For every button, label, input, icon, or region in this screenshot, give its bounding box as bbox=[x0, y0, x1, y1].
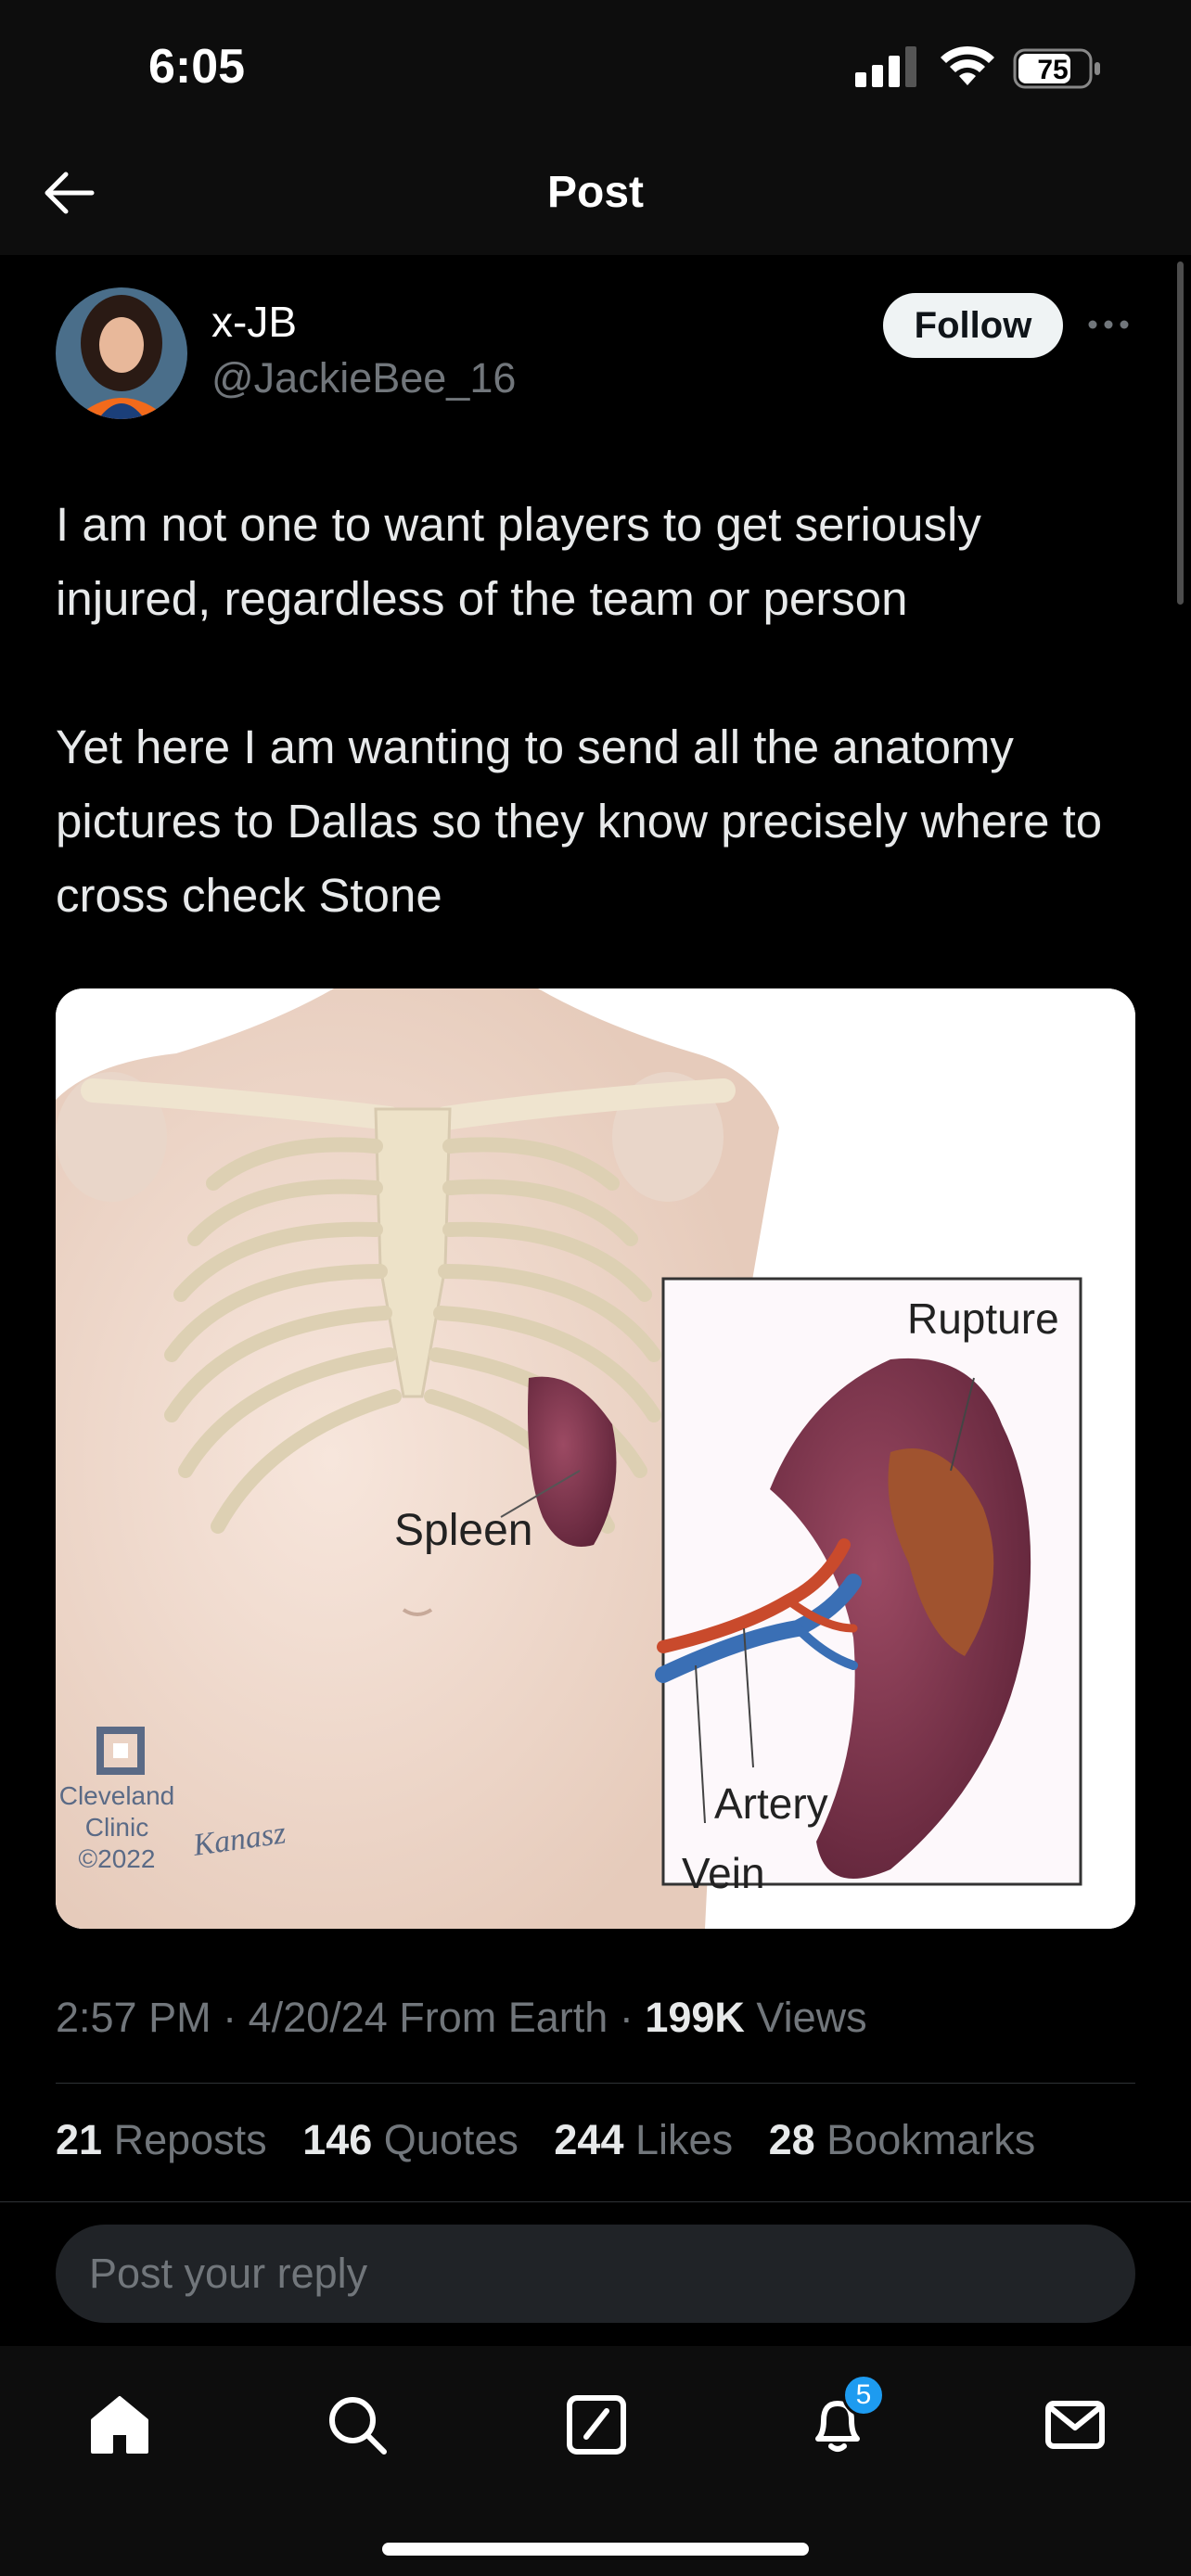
notification-badge: 5 bbox=[842, 2374, 885, 2417]
engagement-stats: 21 Reposts 146 Quotes 244 Likes 28 Bookm… bbox=[56, 2116, 1059, 2164]
post-meta: 2:57 PM · 4/20/24 From Earth · 199K View… bbox=[56, 1994, 867, 2041]
page-title: Post bbox=[546, 168, 644, 217]
battery-icon: 75 bbox=[1013, 48, 1100, 89]
post-paragraph: Yet here I am wanting to send all the an… bbox=[56, 721, 1103, 922]
avatar[interactable] bbox=[56, 287, 187, 419]
spleen-anatomy-illustration: Spleen Rupture Artery Vein Cleveland Cli… bbox=[56, 988, 1135, 1929]
label-rupture: Rupture bbox=[907, 1294, 1059, 1343]
nav-messages[interactable] bbox=[1033, 2383, 1117, 2467]
bookmarks-stat[interactable]: 28 Bookmarks bbox=[769, 2116, 1036, 2163]
reposts-stat[interactable]: 21 Reposts bbox=[56, 2116, 267, 2163]
post-paragraph: I am not one to want players to get seri… bbox=[56, 498, 981, 625]
home-icon bbox=[91, 2396, 148, 2454]
post-image[interactable]: Spleen Rupture Artery Vein Cleveland Cli… bbox=[56, 988, 1135, 1929]
wifi-icon bbox=[941, 45, 994, 85]
author-name[interactable]: x-JB bbox=[211, 297, 297, 347]
battery-level: 75 bbox=[1037, 55, 1068, 85]
top-nav: Post bbox=[0, 139, 1191, 255]
views-count: 199K bbox=[645, 1994, 745, 2041]
nav-home[interactable] bbox=[78, 2383, 161, 2467]
follow-button[interactable]: Follow bbox=[883, 293, 1063, 358]
likes-stat[interactable]: 244 Likes bbox=[554, 2116, 733, 2163]
mail-icon bbox=[1045, 2401, 1105, 2449]
compose-icon bbox=[567, 2395, 626, 2455]
divider bbox=[56, 2083, 1135, 2084]
status-time: 6:05 bbox=[148, 40, 246, 94]
label-vein: Vein bbox=[682, 1849, 765, 1897]
label-spleen: Spleen bbox=[394, 1506, 532, 1555]
post-text: I am not one to want players to get seri… bbox=[56, 488, 1141, 933]
more-options-button[interactable] bbox=[1085, 304, 1132, 345]
post-time: 2:57 PM bbox=[56, 1994, 211, 2041]
search-icon bbox=[329, 2397, 387, 2455]
status-bar: 6:05 75 bbox=[0, 0, 1191, 139]
logo-line-3: ©2022 bbox=[79, 1844, 156, 1873]
more-icon bbox=[1088, 320, 1129, 329]
scrollbar[interactable] bbox=[1177, 261, 1184, 605]
post-source: From Earth bbox=[399, 1994, 608, 2041]
logo-line-2: Clinic bbox=[85, 1813, 148, 1842]
logo-line-1: Cleveland bbox=[59, 1781, 175, 1810]
nav-search[interactable] bbox=[315, 2383, 399, 2467]
bottom-nav: 5 bbox=[0, 2346, 1191, 2576]
home-indicator[interactable] bbox=[382, 2543, 809, 2556]
label-artery: Artery bbox=[714, 1779, 828, 1828]
views-label: Views bbox=[756, 1994, 867, 2041]
nav-notifications[interactable]: 5 bbox=[796, 2374, 885, 2467]
avatar-image bbox=[56, 287, 187, 419]
signal-icon bbox=[855, 46, 916, 87]
author-handle[interactable]: @JackieBee_16 bbox=[211, 354, 516, 402]
quotes-stat[interactable]: 146 Quotes bbox=[302, 2116, 519, 2163]
reply-input[interactable] bbox=[56, 2225, 1135, 2323]
post-date: 4/20/24 bbox=[248, 1994, 388, 2041]
nav-compose[interactable] bbox=[555, 2383, 638, 2467]
reply-area bbox=[0, 2201, 1191, 2346]
